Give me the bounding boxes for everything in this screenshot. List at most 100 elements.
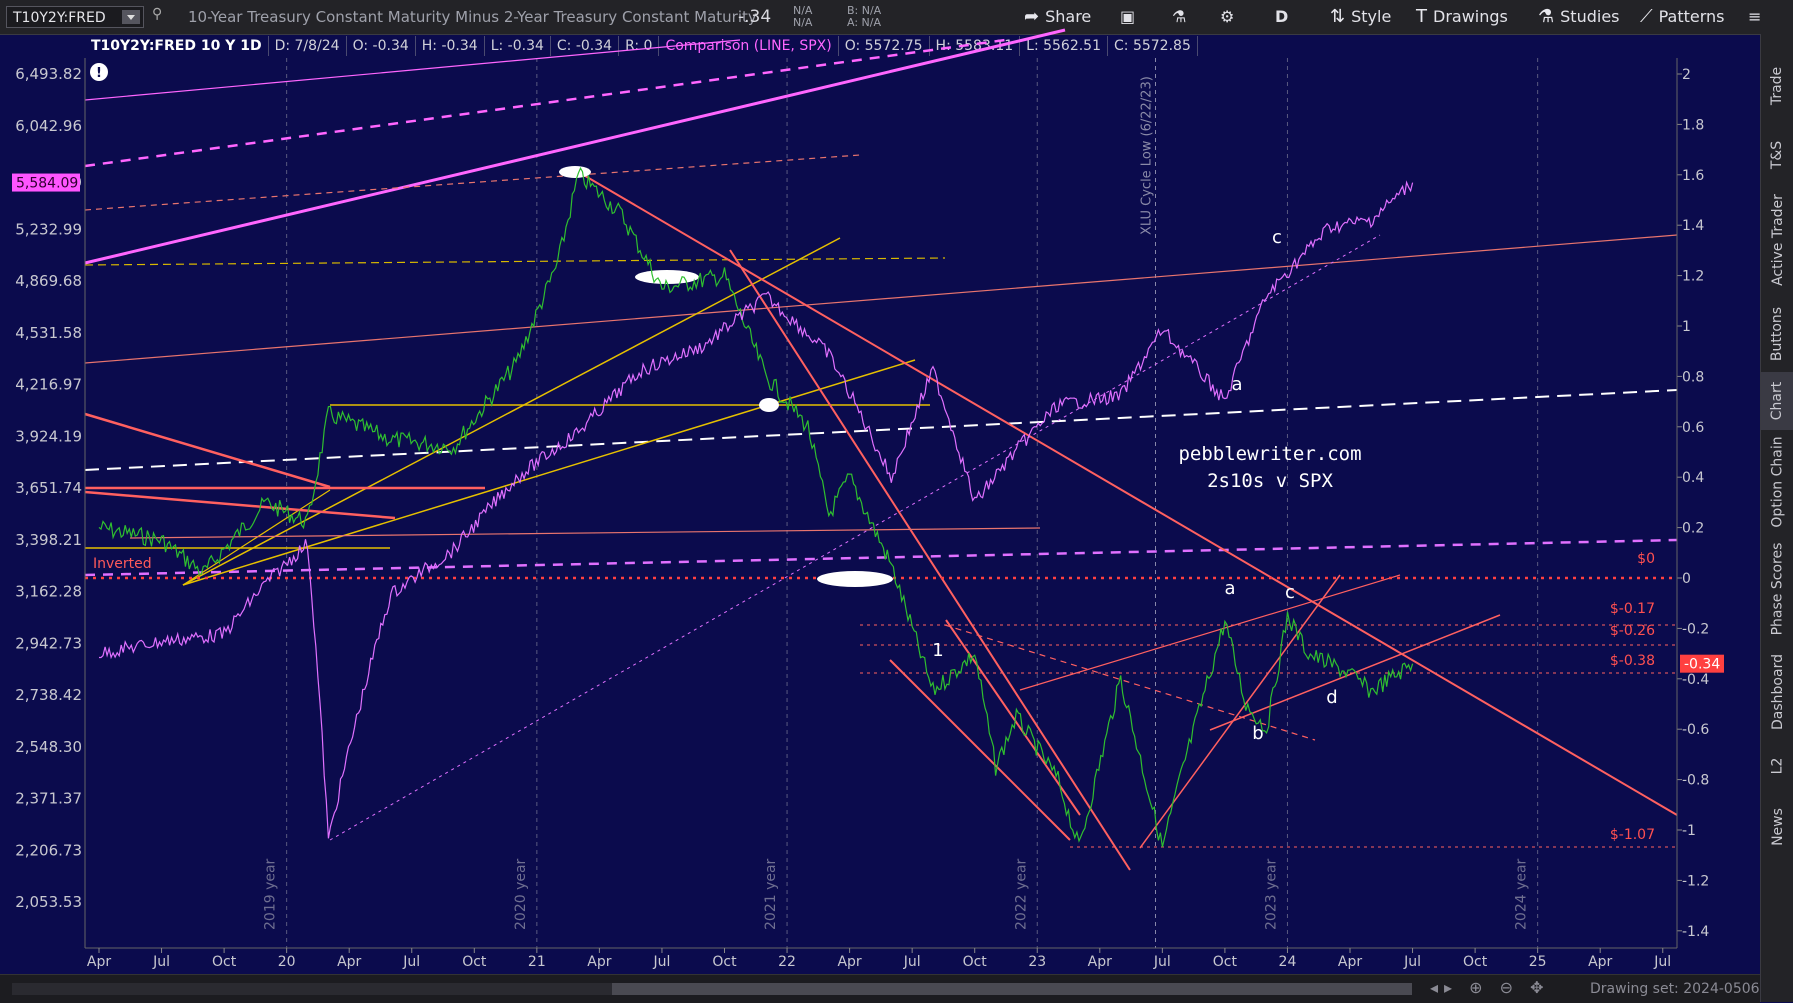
x-tick-label: Oct — [712, 954, 737, 970]
left-tick-label: 4,216.97 — [15, 376, 82, 394]
x-tick-label: Oct — [212, 954, 237, 970]
level-label: $-1.07 — [1610, 827, 1655, 843]
x-tick-label: Apr — [837, 954, 861, 970]
level-label: $0 — [1637, 551, 1655, 567]
drawing-set-label: Drawing set: 2024-0506 — [1590, 981, 1760, 997]
scroll-thumb[interactable] — [612, 983, 1412, 995]
x-tick-label: Jul — [1653, 954, 1671, 970]
right-tick-label: 0.6 — [1682, 420, 1704, 436]
plot-background — [85, 58, 1677, 948]
x-tick-label: 23 — [1028, 954, 1046, 970]
right-tick-label: 1.2 — [1682, 269, 1704, 285]
wave-label: a — [1231, 374, 1242, 395]
x-tick-label: Apr — [87, 954, 111, 970]
level-label: $-0.38 — [1610, 653, 1655, 669]
sidebar-tab-trade[interactable]: Trade — [1761, 46, 1793, 126]
right-tick-label: 2 — [1682, 67, 1691, 83]
year-marker-label: 2024 year — [1514, 858, 1530, 930]
x-tick-label: Jul — [1153, 954, 1171, 970]
x-tick-label: 25 — [1529, 954, 1547, 970]
left-tick-label: 2,053.53 — [15, 893, 82, 911]
left-tick-label: 3,924.19 — [15, 427, 82, 445]
sidebar-tab-label: L2 — [1769, 757, 1786, 775]
right-tick-label: 0.2 — [1682, 521, 1704, 537]
right-sidebar: Trade T&S Active Trader Buttons Chart Option … — [1760, 34, 1793, 1002]
right-tick-label: 0.4 — [1682, 470, 1704, 486]
left-tick-label: 2,942.73 — [15, 634, 82, 652]
left-tick-label: 3,651.74 — [15, 479, 82, 497]
level-label: $-0.26 — [1610, 623, 1655, 639]
year-marker-label: 2019 year — [263, 858, 279, 930]
highlight-ellipse — [759, 398, 779, 412]
sidebar-tab-dashboard[interactable]: Dashboard — [1761, 644, 1793, 740]
left-tick-label: 2,548.30 — [15, 738, 82, 756]
right-tick-label: 1 — [1682, 319, 1691, 335]
left-tick-label: 6,042.96 — [15, 117, 82, 135]
wave-label: d — [1326, 687, 1337, 708]
left-tick-label: 6,493.82 — [15, 65, 82, 83]
sidebar-tab-chart[interactable]: Chart — [1761, 372, 1793, 430]
year-marker-label: 2020 year — [513, 858, 529, 930]
right-tick-label: -0.8 — [1682, 773, 1709, 789]
sidebar-tab-label: Buttons — [1769, 306, 1786, 362]
x-tick-label: Oct — [1213, 954, 1238, 970]
x-tick-label: Apr — [587, 954, 611, 970]
x-tick-label: 22 — [778, 954, 796, 970]
x-tick-label: Oct — [1463, 954, 1488, 970]
right-tick-label: 0.8 — [1682, 369, 1704, 385]
x-tick-label: Oct — [462, 954, 487, 970]
right-tick-label: -1.4 — [1682, 924, 1709, 940]
x-tick-label: Jul — [652, 954, 670, 970]
sidebar-tab-active-trader[interactable]: Active Trader — [1761, 184, 1793, 296]
bottom-bar: ◂▸ ⊕ ⊖ ✥ Drawing set: 2024-0506 — [0, 974, 1760, 1003]
highlight-ellipse — [559, 166, 591, 178]
wave-label: a — [1224, 578, 1235, 599]
horizontal-scrollbar[interactable] — [12, 983, 1412, 995]
chart-canvas[interactable]: 2019 year 2020 year 2021 year 2022 year 2023… — [0, 0, 1760, 974]
wave-label: c — [1272, 227, 1282, 248]
spx-price-marker-text: 5,584.09 — [16, 176, 78, 192]
right-tick-label: 1.4 — [1682, 218, 1704, 234]
left-tick-label: 4,869.68 — [15, 272, 82, 290]
left-tick-label: 2,738.42 — [15, 686, 82, 704]
sidebar-tab-label: Option Chain — [1769, 436, 1786, 528]
x-tick-label: Oct — [963, 954, 988, 970]
right-tick-label: -1.2 — [1682, 873, 1709, 889]
sidebar-tab-option-chain[interactable]: Option Chain — [1761, 430, 1793, 534]
x-tick-label: Jul — [903, 954, 921, 970]
year-marker-label: 2021 year — [763, 858, 779, 930]
right-tick-label: -1 — [1682, 823, 1696, 839]
sidebar-tab-label: Trade — [1769, 66, 1786, 106]
inverted-label: Inverted — [93, 556, 152, 572]
right-tick-label: 1.6 — [1682, 168, 1704, 184]
sidebar-tab-buttons[interactable]: Buttons — [1761, 296, 1793, 372]
x-tick-label: 24 — [1279, 954, 1297, 970]
x-tick-label: Jul — [152, 954, 170, 970]
warning-icon-glyph: ! — [96, 66, 102, 81]
sidebar-tab-news[interactable]: News — [1761, 792, 1793, 862]
sidebar-tab-t-s[interactable]: T&S — [1761, 126, 1793, 184]
left-tick-label: 3,162.28 — [15, 583, 82, 601]
sidebar-tab-label: Dashboard — [1769, 654, 1786, 730]
chart-title-line1: pebblewriter.com — [1178, 443, 1361, 465]
t10y2y-price-marker-text: -0.34 — [1684, 657, 1720, 673]
zoom-controls[interactable]: ◂▸ ⊕ ⊖ ✥ — [1430, 978, 1550, 997]
year-marker-label: 2022 year — [1013, 858, 1029, 930]
x-tick-label: 20 — [278, 954, 296, 970]
sidebar-tab-label: Chart — [1769, 381, 1786, 421]
left-tick-label: 2,206.73 — [15, 841, 82, 859]
right-tick-label: 0 — [1682, 571, 1691, 587]
left-tick-label: 4,531.58 — [15, 324, 82, 342]
sidebar-tab-l2[interactable]: L2 — [1761, 740, 1793, 792]
right-tick-label: 1.8 — [1682, 117, 1704, 133]
left-tick-label: 2,371.37 — [15, 790, 82, 808]
year-marker-label: 2023 year — [1263, 858, 1279, 930]
x-tick-label: 21 — [528, 954, 546, 970]
chart-title-line2: 2s10s v SPX — [1207, 470, 1333, 492]
sidebar-tab-phase-scores[interactable]: Phase Scores — [1761, 534, 1793, 644]
highlight-ellipse — [817, 571, 893, 587]
right-tick-label: -0.4 — [1682, 672, 1709, 688]
wave-label: b — [1252, 723, 1263, 744]
right-tick-label: -0.2 — [1682, 621, 1709, 637]
sidebar-tab-label: Active Trader — [1769, 194, 1786, 286]
